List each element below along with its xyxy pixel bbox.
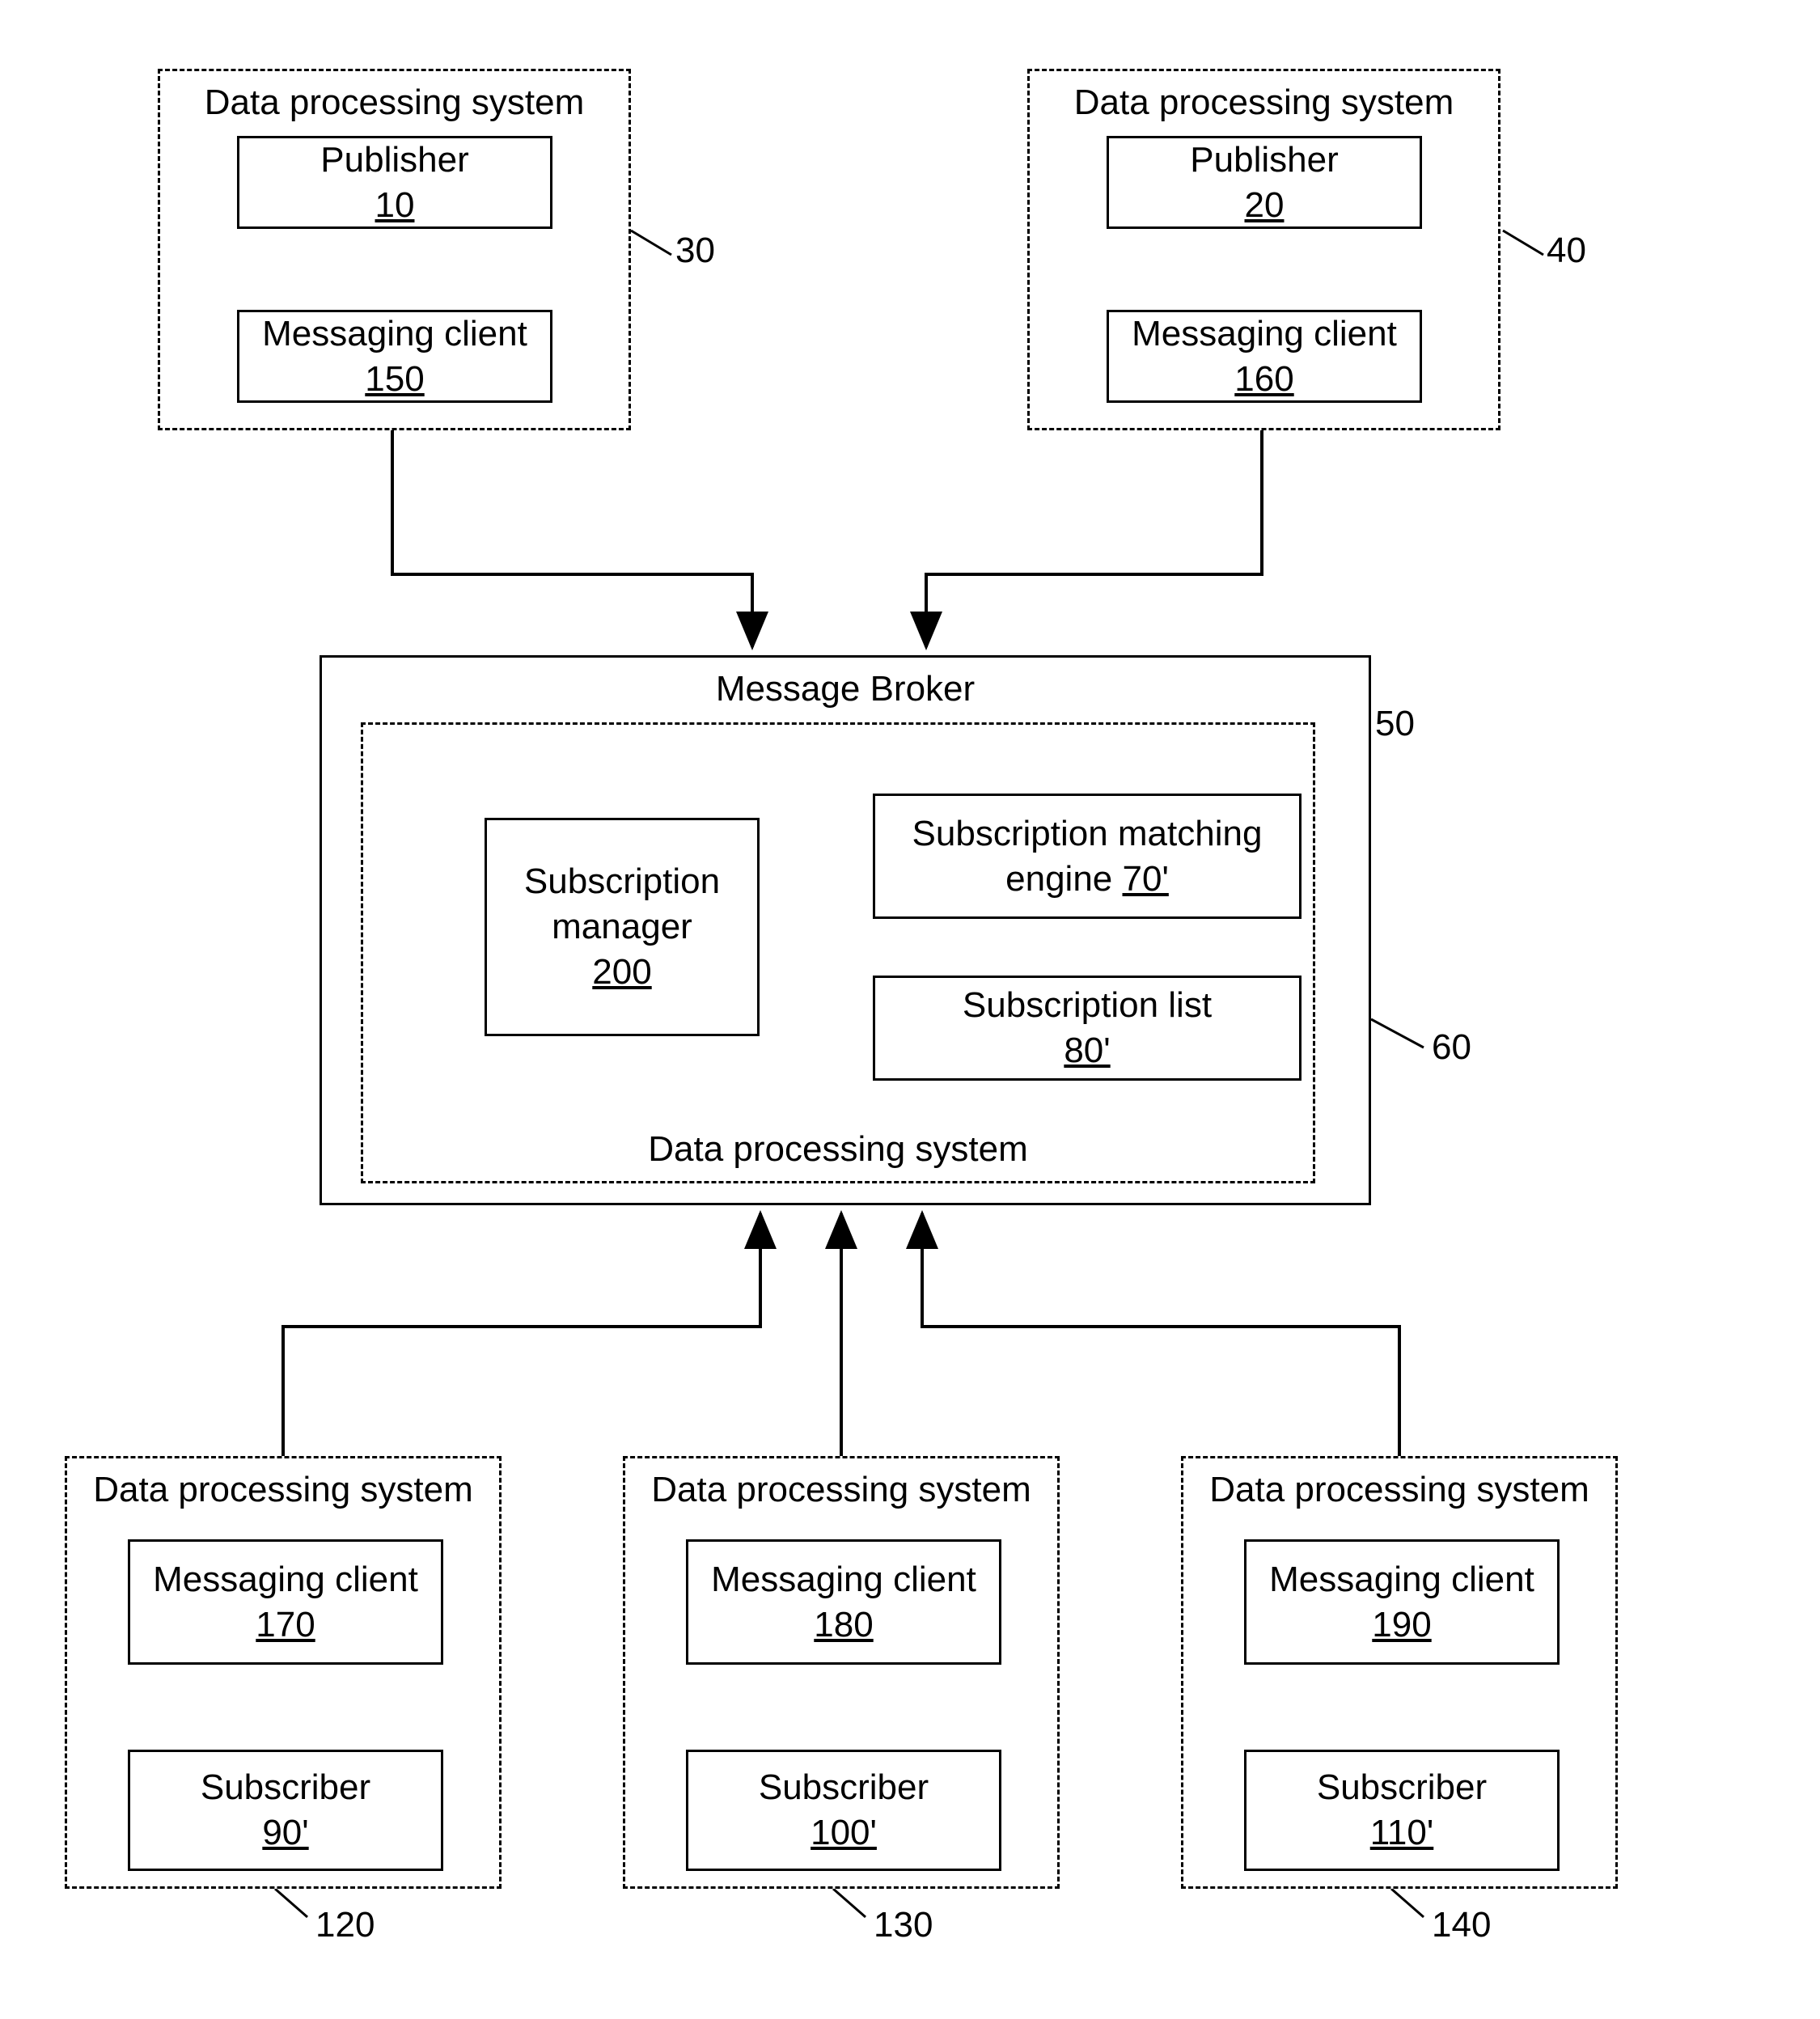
broker-system: Subscription manager 200 Subscription ma… [361,722,1315,1183]
system-top-left: Data processing system Publisher 10 Mess… [158,69,631,430]
publisher-label: Publisher [320,140,468,180]
messaging-client-num: 170 [256,1605,315,1645]
subscriber-box: Subscriber 110' [1244,1750,1560,1871]
callout-140: 140 [1432,1905,1491,1945]
subscriber-num: 90' [262,1813,308,1853]
system-bottom-left: Data processing system Messaging client … [65,1456,502,1889]
subscriber-label: Subscriber [1317,1767,1487,1808]
subscription-manager-num: 200 [592,952,651,993]
callout-130: 130 [874,1905,933,1945]
messaging-client-box: Messaging client 160 [1107,310,1422,403]
system-bottom-mid: Data processing system Messaging client … [623,1456,1060,1889]
matching-engine-label-2: engine [1005,859,1122,899]
messaging-client-box: Messaging client 190 [1244,1539,1560,1665]
system-bottom-right: Data processing system Messaging client … [1181,1456,1618,1889]
messaging-client-label: Messaging client [262,314,527,354]
system-top-right: Data processing system Publisher 20 Mess… [1027,69,1500,430]
callout-50: 50 [1375,704,1415,744]
message-broker-box: Message Broker Subscription manager 200 … [320,655,1371,1205]
publisher-num: 10 [375,185,415,226]
publisher-box: Publisher 10 [237,136,552,229]
callout-30: 30 [675,231,715,271]
subscription-manager-label-1: Subscription [524,861,720,902]
messaging-client-num: 150 [365,359,424,400]
system-title: Data processing system [160,71,629,123]
system-title: Data processing system [67,1458,499,1510]
callout-120: 120 [315,1905,375,1945]
subscription-list-num: 80' [1064,1031,1110,1071]
subscriber-num: 110' [1370,1813,1434,1853]
messaging-client-label: Messaging client [1269,1560,1534,1600]
messaging-client-box: Messaging client 150 [237,310,552,403]
messaging-client-box: Messaging client 180 [686,1539,1001,1665]
messaging-client-num: 190 [1372,1605,1431,1645]
matching-engine-label-1: Subscription matching [912,814,1263,854]
messaging-client-num: 160 [1234,359,1293,400]
broker-system-title: Data processing system [363,1129,1313,1170]
publisher-num: 20 [1245,185,1285,226]
subscription-manager-label-2: manager [552,907,692,947]
subscriber-label: Subscriber [201,1767,370,1808]
messaging-client-num: 180 [814,1605,873,1645]
subscription-list-box: Subscription list 80' [873,976,1302,1081]
subscriber-num: 100' [811,1813,877,1853]
subscriber-box: Subscriber 90' [128,1750,443,1871]
subscriber-box: Subscriber 100' [686,1750,1001,1871]
messaging-client-box: Messaging client 170 [128,1539,443,1665]
system-title: Data processing system [1030,71,1498,123]
matching-engine-num: 70' [1123,859,1169,899]
messaging-client-label: Messaging client [153,1560,418,1600]
messaging-client-label: Messaging client [711,1560,976,1600]
subscription-matching-engine-box: Subscription matching engine 70' [873,794,1302,919]
messaging-client-label: Messaging client [1132,314,1397,354]
broker-title: Message Broker [322,658,1369,709]
subscription-list-label: Subscription list [963,985,1212,1026]
callout-40: 40 [1547,231,1586,271]
publisher-label: Publisher [1190,140,1338,180]
system-title: Data processing system [1183,1458,1615,1510]
callout-60: 60 [1432,1027,1471,1068]
publisher-box: Publisher 20 [1107,136,1422,229]
system-title: Data processing system [625,1458,1057,1510]
subscription-manager-box: Subscription manager 200 [485,818,760,1036]
subscriber-label: Subscriber [759,1767,929,1808]
